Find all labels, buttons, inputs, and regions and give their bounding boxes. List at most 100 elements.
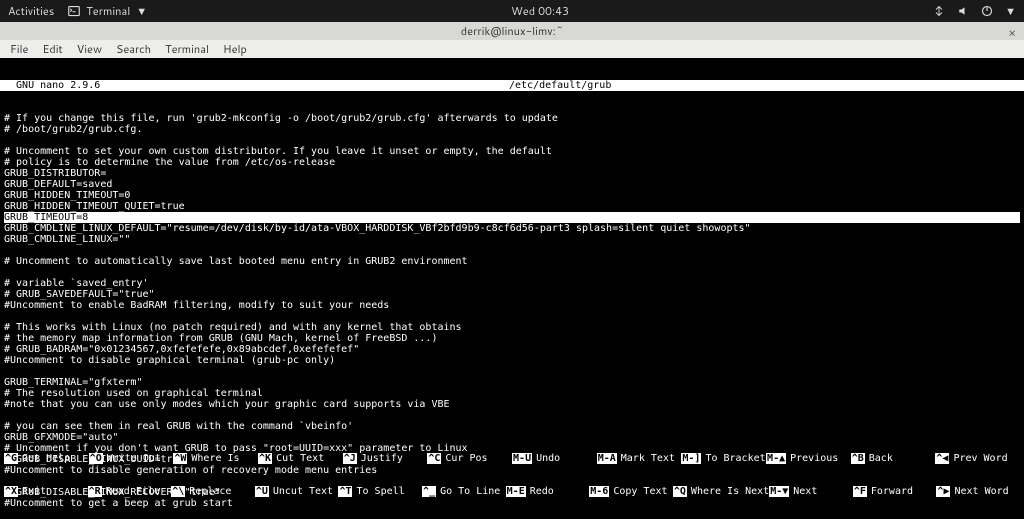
editor-line: # If you change this file, run 'grub2-mk… [4, 113, 1020, 124]
system-tray[interactable]: ▼ [933, 3, 1016, 19]
editor-line [4, 410, 1020, 421]
nano-shortcut: M-▼Next [769, 486, 853, 497]
menu-terminal[interactable]: Terminal [159, 39, 215, 59]
app-name-label: Terminal [86, 3, 130, 19]
editor-line: #Uncomment to disable graphical terminal… [4, 355, 1020, 366]
shortcut-label: Go To Line [440, 486, 500, 497]
shortcut-label: Exit [22, 486, 46, 497]
nano-shortcut: ^J Justify [343, 453, 428, 464]
shortcut-key: ^J [343, 453, 357, 464]
nano-shortcut: ^GGet Help [4, 453, 89, 464]
editor-line [4, 366, 1020, 377]
shortcut-label: Write Out [107, 453, 161, 464]
nano-shortcut: M-▲Previous [766, 453, 851, 464]
editor-line [4, 245, 1020, 256]
shortcut-label: To Spell [356, 486, 404, 497]
nano-shortcut: ^\ Replace [171, 486, 255, 497]
network-icon [933, 5, 945, 17]
menubar: File Edit View Search Terminal Help [0, 40, 1024, 58]
shortcut-key: ^▶ [936, 486, 950, 497]
window-titlebar[interactable]: derrik@linux-limv:~ × [0, 22, 1024, 40]
nano-shortcut: ^_ Go To Line [422, 486, 506, 497]
close-icon[interactable]: × [1008, 24, 1016, 41]
editor-line: # the memory map information from GRUB (… [4, 333, 1020, 344]
terminal-window: derrik@linux-limv:~ × File Edit View Sea… [0, 22, 1024, 519]
shortcut-label: Back [869, 453, 893, 464]
nano-shortcut: ^XExit [4, 486, 88, 497]
shortcut-key: ^\ [171, 486, 185, 497]
app-menu-arrow: ▼ [136, 3, 147, 19]
power-icon [981, 5, 993, 17]
shortcut-key: M-E [506, 486, 526, 497]
editor-line: # Uncomment to set your own custom distr… [4, 146, 1020, 157]
editor-line: GRUB_HIDDEN_TIMEOUT_QUIET=true [4, 201, 1020, 212]
shortcut-label: Mark Text [621, 453, 675, 464]
shortcut-label: Previous [790, 453, 838, 464]
editor-line [4, 311, 1020, 322]
active-app[interactable]: Terminal ▼ [68, 3, 147, 19]
window-title: derrik@linux-limv:~ [461, 23, 563, 39]
editor-line: GRUB_TERMINAL="gfxterm" [4, 377, 1020, 388]
editor-line: # GRUB_SAVEDEFAULT="true" [4, 289, 1020, 300]
shortcut-key: M-] [681, 453, 701, 464]
menu-help[interactable]: Help [217, 39, 253, 59]
nano-filename: /etc/default/grub [100, 80, 1020, 91]
shortcut-label: Replace [189, 486, 231, 497]
activities-button[interactable]: Activities [8, 3, 54, 19]
shortcut-label: Redo [530, 486, 554, 497]
nano-shortcut: M-]To Bracket [681, 453, 766, 464]
shortcut-label: Get Help [22, 453, 70, 464]
shortcut-key: ^W [173, 453, 187, 464]
editor-line: GRUB_DEFAULT=saved [4, 179, 1020, 190]
editor-line: # Uncomment to automatically save last b… [4, 256, 1020, 267]
shortcut-label: Next [793, 486, 817, 497]
editor-line: # variable `saved_entry' [4, 278, 1020, 289]
shortcut-key: ^C [427, 453, 441, 464]
shortcut-label: Prev Word [953, 453, 1007, 464]
shortcut-label: Uncut Text [273, 486, 333, 497]
shortcut-key: ^K [258, 453, 272, 464]
shortcut-label: Where Is [191, 453, 239, 464]
editor-line: GRUB_CMDLINE_LINUX_DEFAULT="resume=/dev/… [4, 223, 1020, 234]
nano-titlebar: GNU nano 2.9.6 /etc/default/grub [0, 80, 1024, 91]
nano-shortcut: M-E Redo [506, 486, 590, 497]
nano-shortcut: ^O Write Out [89, 453, 174, 464]
clock[interactable]: Wed 00:43 [511, 3, 569, 19]
menu-view[interactable]: View [71, 39, 108, 59]
shortcut-key: ^_ [422, 486, 436, 497]
nano-shortcut: ^QWhere Is Next [673, 486, 769, 497]
shortcut-label: Copy Text [613, 486, 667, 497]
shortcut-key: ^F [853, 486, 867, 497]
editor-line: # The resolution used on graphical termi… [4, 388, 1020, 399]
menu-file[interactable]: File [4, 39, 34, 59]
shortcut-label: Forward [871, 486, 913, 497]
editor-line: # This works with Linux (no patch requir… [4, 322, 1020, 333]
shortcut-label: Undo [536, 453, 560, 464]
nano-shortcut: ^TTo Spell [338, 486, 422, 497]
nano-shortcut: ^C Cur Pos [427, 453, 512, 464]
shortcut-label: Read File [106, 486, 160, 497]
shortcut-key: ^B [851, 453, 865, 464]
terminal-icon [68, 5, 80, 17]
shortcut-key: M-A [597, 453, 617, 464]
nano-version: GNU nano 2.9.6 [4, 80, 100, 91]
editor-line: GRUB_CMDLINE_LINUX="" [4, 234, 1020, 245]
shortcut-label: Cur Pos [445, 453, 487, 464]
editor-line: # GRUB_BADRAM="0x01234567,0xfefefefe,0x8… [4, 344, 1020, 355]
system-menu-arrow: ▼ [1005, 3, 1016, 19]
editor-line [4, 267, 1020, 278]
nano-shortcut: M-A Mark Text [597, 453, 682, 464]
shortcut-key: ^U [255, 486, 269, 497]
nano-shortcut-bar: ^GGet Help^O Write Out ^W Where Is ^K Cut Tex… [0, 431, 1024, 519]
terminal-area[interactable]: GNU nano 2.9.6 /etc/default/grub # If yo… [0, 58, 1024, 519]
editor-line-cursor: GRUB_TIMEOUT=8 [4, 212, 1020, 223]
nano-shortcut: ^F Forward [853, 486, 937, 497]
menu-search[interactable]: Search [110, 39, 157, 59]
editor-line: GRUB_HIDDEN_TIMEOUT=0 [4, 190, 1020, 201]
shortcut-label: Cut Text [276, 453, 324, 464]
audio-icon [957, 5, 969, 17]
shortcut-key: ^◀ [935, 453, 949, 464]
menu-edit[interactable]: Edit [36, 39, 68, 59]
shortcut-label: Justify [361, 453, 403, 464]
shortcut-key: ^O [89, 453, 103, 464]
